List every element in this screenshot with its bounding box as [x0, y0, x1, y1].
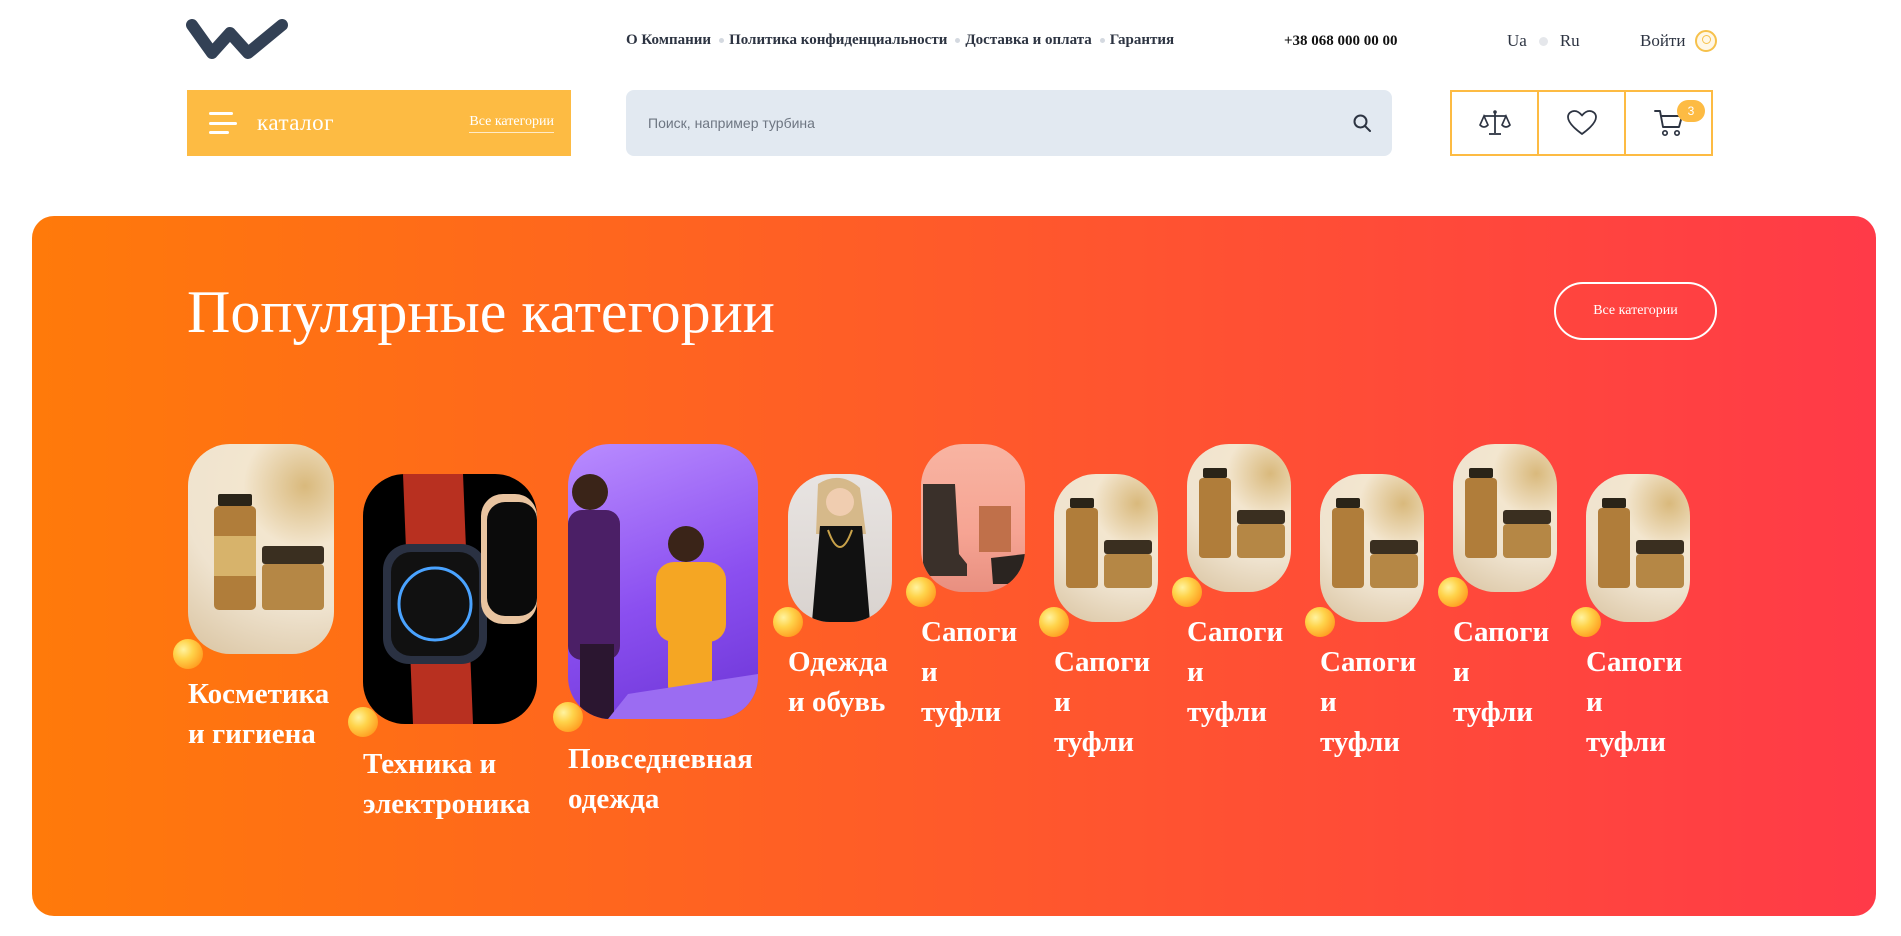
category-image [1453, 444, 1557, 592]
decorative-ball [906, 577, 936, 607]
phone-number[interactable]: +38 068 000 00 00 [1284, 33, 1398, 50]
decorative-ball [1039, 607, 1069, 637]
cart-count-badge: 3 [1677, 100, 1705, 122]
decorative-ball [553, 702, 583, 732]
popular-categories-banner: Популярные категории Все категории Косме… [32, 216, 1876, 916]
category-card-boots-shoes[interactable]: Сапоги и туфли [1172, 444, 1291, 732]
category-label: Одежда и обувь [788, 646, 888, 718]
decorative-ball [1571, 607, 1601, 637]
banner-title: Популярные категории [187, 279, 775, 345]
nav-separator [1099, 38, 1105, 43]
lang-separator [1538, 36, 1548, 46]
search-icon[interactable] [1352, 113, 1372, 133]
top-navigation: О Компании Политика конфиденциальности Д… [626, 32, 1174, 49]
menu-icon [209, 112, 237, 134]
nav-link-privacy[interactable]: Политика конфиденциальности [729, 32, 947, 49]
category-card-boots-shoes[interactable]: Сапоги и туфли [1305, 474, 1424, 762]
decorative-ball [173, 639, 203, 669]
category-image [363, 474, 537, 724]
category-label: Сапоги и туфли [1453, 616, 1550, 728]
cart-button[interactable]: 3 [1624, 90, 1713, 156]
category-image [568, 444, 758, 719]
category-image [1187, 444, 1291, 592]
category-label: Техника и электроника [363, 748, 531, 820]
decorative-ball [348, 707, 378, 737]
heart-icon [1566, 110, 1597, 135]
category-image [788, 474, 892, 622]
category-image [1054, 474, 1158, 622]
category-card-electronics[interactable]: Техника и электроника [348, 474, 537, 824]
search-input[interactable] [646, 114, 1352, 132]
wishlist-button[interactable] [1537, 90, 1626, 156]
decorative-ball [1438, 577, 1468, 607]
nav-separator [719, 38, 725, 43]
catalog-label: каталог [257, 110, 335, 135]
category-label: Повседневная одежда [568, 743, 753, 815]
login-label: Войти [1640, 31, 1686, 50]
language-switcher: Ua Ru [1507, 31, 1580, 51]
scales-icon [1478, 110, 1511, 135]
category-card-boots-shoes[interactable]: Сапоги и туфли [1039, 474, 1158, 762]
category-image [188, 444, 334, 654]
category-card-boots[interactable]: Сапоги и туфли [906, 444, 1025, 732]
category-label: Сапоги и туфли [921, 616, 1018, 728]
all-categories-button[interactable]: Все категории [1554, 282, 1717, 340]
nav-separator [955, 38, 961, 43]
lang-ua[interactable]: Ua [1507, 31, 1527, 51]
category-card-boots-shoes[interactable]: Сапоги и туфли [1438, 444, 1557, 732]
decorative-ball [773, 607, 803, 637]
nav-link-about[interactable]: О Компании [626, 32, 711, 49]
category-card-casual-clothing[interactable]: Повседневная одежда [553, 444, 758, 819]
category-label: Сапоги и туфли [1586, 646, 1683, 758]
catalog-button[interactable]: каталог Все категории [187, 90, 571, 156]
category-image [1586, 474, 1690, 622]
category-label: Сапоги и туфли [1054, 646, 1151, 758]
user-icon [1695, 30, 1718, 52]
category-label: Сапоги и туфли [1320, 646, 1417, 758]
search-bar [626, 90, 1392, 156]
decorative-ball [1172, 577, 1202, 607]
nav-link-delivery[interactable]: Доставка и оплата [965, 32, 1091, 49]
category-card-boots-shoes[interactable]: Сапоги и туфли [1571, 474, 1690, 762]
category-image [921, 444, 1025, 592]
login-button[interactable]: Войти [1640, 30, 1718, 52]
category-label: Косметика и гигиена [188, 678, 330, 750]
category-image [1320, 474, 1424, 622]
logo[interactable] [186, 19, 303, 61]
category-label: Сапоги и туфли [1187, 616, 1284, 728]
nav-link-warranty[interactable]: Гарантия [1110, 32, 1174, 49]
all-categories-link[interactable]: Все категории [469, 114, 554, 133]
lang-ru[interactable]: Ru [1560, 31, 1580, 51]
decorative-ball [1305, 607, 1335, 637]
compare-button[interactable] [1450, 90, 1539, 156]
category-card-cosmetics[interactable]: Косметика и гигиена [173, 444, 334, 754]
category-card-clothing-shoes[interactable]: Одежда и обувь [773, 474, 892, 722]
header-actions: 3 [1450, 90, 1713, 156]
